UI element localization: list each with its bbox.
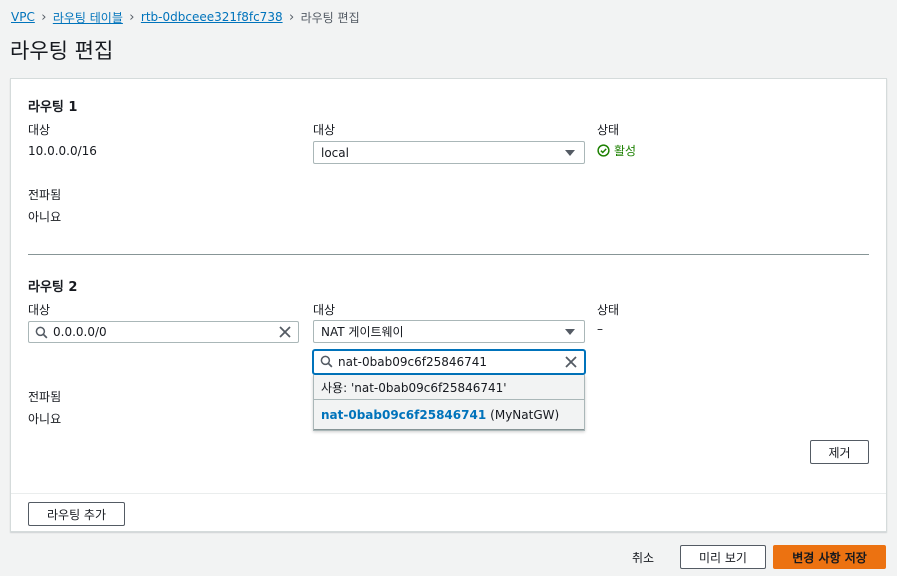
route-1-status-label: 상태 bbox=[597, 123, 620, 137]
remove-route-button[interactable]: 제거 bbox=[810, 440, 869, 464]
nat-gateway-id: nat-0bab09c6f25846741 bbox=[321, 407, 487, 422]
breadcrumb-current: 라우팅 편집 bbox=[300, 10, 360, 25]
route-1-title: 라우팅 1 bbox=[28, 100, 78, 115]
check-circle-icon bbox=[597, 144, 610, 157]
route-1-destination-value: 10.0.0.0/16 bbox=[28, 144, 97, 158]
route-1-target-value: local bbox=[321, 145, 349, 160]
search-icon bbox=[29, 322, 53, 342]
breadcrumb: VPC › 라우팅 테이블 › rtb-0dbceee321f8fc738 › … bbox=[11, 8, 360, 26]
route-2-target-search-input[interactable]: nat-0bab09c6f25846741 bbox=[313, 350, 585, 374]
route-2-destination-input[interactable]: 0.0.0.0/0 bbox=[28, 321, 299, 343]
route-2-status-label: 상태 bbox=[597, 303, 620, 317]
breadcrumb-route-tables-link[interactable]: 라우팅 테이블 bbox=[53, 9, 123, 26]
route-2-target-search-value: nat-0bab09c6f25846741 bbox=[338, 355, 488, 369]
save-changes-button[interactable]: 변경 사항 저장 bbox=[773, 545, 886, 569]
panel-footer-divider bbox=[11, 493, 886, 494]
route-1-propagated-label: 전파됨 bbox=[28, 188, 62, 202]
chevron-right-icon: › bbox=[41, 9, 47, 25]
route-1-target-label: 대상 bbox=[313, 123, 336, 137]
route-2-status-value: – bbox=[597, 322, 603, 336]
route-2-propagated-value: 아니요 bbox=[28, 412, 62, 426]
chevron-right-icon: › bbox=[288, 9, 295, 25]
route-2-propagated-label: 전파됨 bbox=[28, 390, 62, 404]
add-route-button[interactable]: 라우팅 추가 bbox=[28, 502, 125, 526]
clear-icon[interactable] bbox=[278, 325, 292, 339]
search-icon bbox=[314, 351, 338, 373]
route-1-destination-label: 대상 bbox=[28, 123, 51, 137]
caret-down-icon bbox=[565, 150, 575, 156]
dropdown-option-nat-gateway[interactable]: nat-0bab09c6f25846741 (MyNatGW) bbox=[314, 399, 584, 430]
route-2-target-label: 대상 bbox=[313, 303, 336, 317]
caret-down-icon bbox=[565, 329, 575, 335]
chevron-right-icon: › bbox=[129, 9, 135, 25]
preview-button[interactable]: 미리 보기 bbox=[680, 545, 766, 569]
route-2-target-type-value: NAT 게이트웨이 bbox=[321, 325, 404, 339]
route-1-target-select[interactable]: local bbox=[313, 141, 585, 164]
route-2-destination-value: 0.0.0.0/0 bbox=[53, 325, 107, 339]
target-dropdown: 사용: 'nat-0bab09c6f25846741' nat-0bab09c6… bbox=[313, 375, 585, 431]
route-2-destination-label: 대상 bbox=[28, 303, 51, 317]
breadcrumb-vpc-link[interactable]: VPC bbox=[11, 10, 35, 24]
routes-panel: 라우팅 1 대상 10.0.0.0/16 대상 local 상태 활성 전파됨 … bbox=[10, 78, 887, 532]
page-title: 라우팅 편집 bbox=[10, 39, 114, 63]
route-1-propagated-value: 아니요 bbox=[28, 210, 62, 224]
route-2-title: 라우팅 2 bbox=[28, 280, 78, 295]
route-2-target-type-select[interactable]: NAT 게이트웨이 bbox=[313, 320, 585, 343]
nat-gateway-name: (MyNatGW) bbox=[490, 407, 560, 422]
dropdown-option-use-value[interactable]: 사용: 'nat-0bab09c6f25846741' bbox=[314, 375, 584, 399]
route-1-status: 활성 bbox=[597, 142, 636, 159]
cancel-button[interactable]: 취소 bbox=[632, 549, 654, 566]
route-1-status-value: 활성 bbox=[614, 144, 637, 158]
route-divider bbox=[28, 254, 869, 255]
breadcrumb-route-table-id-link[interactable]: rtb-0dbceee321f8fc738 bbox=[141, 10, 283, 24]
clear-icon[interactable] bbox=[564, 355, 578, 369]
